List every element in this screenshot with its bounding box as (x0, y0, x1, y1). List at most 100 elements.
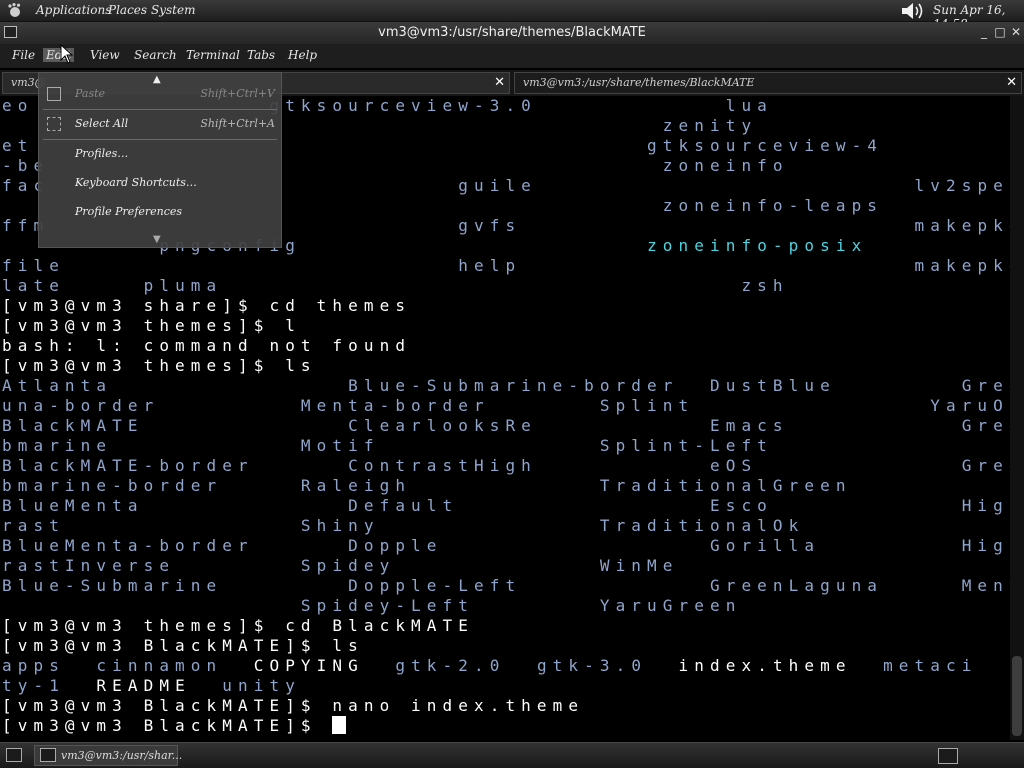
terminal-cursor (332, 716, 347, 734)
terminal-line: Blue-Submarine Dopple-Left GreenLaguna M… (2, 576, 1010, 596)
terminal-line: [vm3@vm3 BlackMATE]$ ls (2, 636, 364, 656)
profile-preferences-label: Profile Preferences (75, 205, 183, 218)
menu-places[interactable]: Places (108, 3, 147, 17)
minimize-button[interactable]: _ (976, 24, 992, 40)
terminal-text: unity (222, 676, 301, 695)
terminal-text: [vm3@vm3 themes]$ cd BlackMATE (2, 616, 474, 635)
paste-accel: Shift+Ctrl+V (200, 87, 275, 100)
terminal-line: Atlanta Blue-Submarine-border DustBlue G… (2, 376, 1010, 396)
scrollbar-thumb[interactable] (1012, 656, 1022, 736)
terminal-text: BlueMenta Default Esco HighCont (2, 496, 1010, 515)
terminal-line: ty-1 README unity (2, 676, 301, 696)
terminal-text: rast Shiny TraditionalOk (2, 516, 805, 535)
terminal-window-icon[interactable] (4, 26, 17, 38)
select-all-label: Select All (75, 117, 129, 130)
terminal-line: [vm3@vm3 themes]$ l (2, 316, 301, 336)
terminal-text: pluma (64, 276, 223, 295)
profiles-label: Profiles… (75, 147, 129, 160)
volume-icon[interactable] (900, 1, 926, 21)
terminal-line: Spidey-Left YaruGreen (2, 596, 741, 616)
terminal-line: apps cinnamon COPYING gtk-2.0 gtk-3.0 in… (2, 656, 977, 676)
menu-system[interactable]: System (151, 3, 195, 17)
terminal-text: bmarine Motif Splint-Left (2, 436, 773, 455)
terminal-text: BlackMATE ClearlooksRe Emacs Green-Su (2, 416, 1010, 435)
tab-2-close-icon[interactable]: ✕ (1006, 73, 1017, 93)
terminal-text: metaci (883, 656, 978, 675)
terminal-line: BlueMenta-border Dopple Gorilla HighCont (2, 536, 1010, 556)
terminal-text: una-border Menta-border Splint YaruOk (2, 396, 1010, 415)
show-desktop-icon[interactable] (6, 748, 22, 762)
tab-2-label: vm3@vm3:/usr/share/themes/BlackMATE (523, 76, 755, 89)
window-titlebar[interactable]: vm3@vm3:/usr/share/themes/BlackMATE _ □ … (0, 22, 1024, 44)
terminal-text: [vm3@vm3 BlackMATE]$ ls (2, 636, 364, 655)
select-all-icon (47, 117, 61, 131)
menu-help[interactable]: Help (288, 48, 317, 62)
terminal-text: index.theme (678, 656, 884, 675)
menu-item-paste[interactable]: Paste Shift+Ctrl+V (39, 81, 281, 107)
taskbar-terminal-label: vm3@vm3:/usr/shar... (61, 749, 183, 762)
window-title: vm3@vm3:/usr/share/themes/BlackMATE (378, 25, 646, 40)
menu-item-select-all[interactable]: Select All Shift+Ctrl+A (39, 111, 281, 137)
terminal-text: [vm3@vm3 BlackMATE]$ (2, 716, 333, 735)
terminal-text: Spidey-Left YaruGreen (2, 596, 742, 615)
terminal-line: file help makepkg-temp (2, 256, 1010, 276)
terminal-text: zoneinfo-posix (647, 236, 868, 255)
terminal-text: bmarine-border Raleigh TraditionalGreen (2, 476, 852, 495)
terminal-scrollbar[interactable] (1010, 96, 1024, 740)
menu-scroll-down-icon[interactable]: ▼ (153, 234, 161, 245)
menu-applications[interactable]: Applications (36, 3, 111, 17)
close-button[interactable]: ✕ (1008, 24, 1024, 40)
terminal-text: Atlanta Blue-Submarine-border DustBlue G… (2, 376, 1010, 395)
terminal-text: [vm3@vm3 themes]$ l (2, 316, 301, 335)
terminal-line: [vm3@vm3 themes]$ ls (2, 356, 317, 376)
terminal-text: file (2, 256, 65, 275)
terminal-line: [vm3@vm3 BlackMATE]$ (2, 716, 347, 736)
terminal-line: late pluma zsh (2, 276, 789, 296)
menu-tabs[interactable]: Tabs (247, 48, 275, 62)
terminal-line: BlackMATE ClearlooksRe Emacs Green-Su (2, 416, 1010, 436)
maximize-button[interactable]: □ (992, 24, 1008, 40)
terminal-line: BlackMATE-border ContrastHigh eOS Green-… (2, 456, 1010, 476)
terminal-text: BlueMenta-border Dopple Gorilla HighCont (2, 536, 1010, 555)
terminal-line: rast Shiny TraditionalOk (2, 516, 804, 536)
terminal-text: gtk-2.0 gtk-3.0 (395, 656, 679, 675)
terminal-text: BlackMATE-border ContrastHigh eOS Green-… (2, 456, 1010, 475)
terminal-line: [vm3@vm3 themes]$ cd BlackMATE (2, 616, 474, 636)
mouse-pointer-icon (60, 44, 74, 64)
menu-terminal[interactable]: Terminal (186, 48, 240, 62)
menu-file[interactable]: File (12, 48, 35, 62)
menu-item-profile-preferences[interactable]: Profile Preferences (39, 199, 281, 225)
tab-1-close-icon[interactable]: ✕ (494, 73, 505, 93)
terminal-task-icon (40, 748, 56, 762)
terminal-line: BlueMenta Default Esco HighCont (2, 496, 1010, 516)
menu-item-keyboard-shortcuts[interactable]: Keyboard Shortcuts… (39, 170, 281, 196)
terminal-text: help makepkg-temp (64, 256, 1010, 275)
top-panel: Applications Places System Sun Apr 16, 1… (0, 0, 1024, 31)
tab-2[interactable]: vm3@vm3:/usr/share/themes/BlackMATE ✕ (514, 72, 1022, 94)
paste-label: Paste (75, 87, 106, 100)
menu-item-profiles[interactable]: Profiles… (39, 141, 281, 167)
terminal-text: ty-1 (2, 676, 97, 695)
terminal-text: README (96, 676, 223, 695)
menu-search[interactable]: Search (134, 48, 177, 62)
terminal-text: et (2, 136, 34, 155)
workspace-switcher-icon[interactable] (938, 748, 958, 764)
bottom-panel: vm3@vm3:/usr/shar... (0, 742, 1024, 768)
paste-icon (47, 87, 61, 101)
gnome-foot-icon[interactable] (6, 2, 24, 20)
terminal-text: eo (2, 96, 34, 115)
menu-view[interactable]: View (90, 48, 120, 62)
terminal-line: [vm3@vm3 share]$ cd themes (2, 296, 411, 316)
keyboard-shortcuts-label: Keyboard Shortcuts… (75, 176, 197, 189)
taskbar-terminal-button[interactable]: vm3@vm3:/usr/shar... (34, 745, 182, 766)
terminal-text: [vm3@vm3 share]$ cd themes (2, 296, 412, 315)
edit-menu-dropdown: ▲ Paste Shift+Ctrl+V Select All Shift+Ct… (38, 72, 282, 248)
menubar: File Edit View Search Terminal Tabs Help (0, 44, 1024, 68)
menu-separator (43, 109, 277, 110)
terminal-line: una-border Menta-border Splint YaruOk (2, 396, 1010, 416)
select-all-accel: Shift+Ctrl+A (200, 117, 275, 130)
terminal-text: bash: l: command not found (2, 336, 412, 355)
terminal-line: bmarine-border Raleigh TraditionalGreen (2, 476, 852, 496)
terminal-text: apps cinnamon (2, 656, 254, 675)
